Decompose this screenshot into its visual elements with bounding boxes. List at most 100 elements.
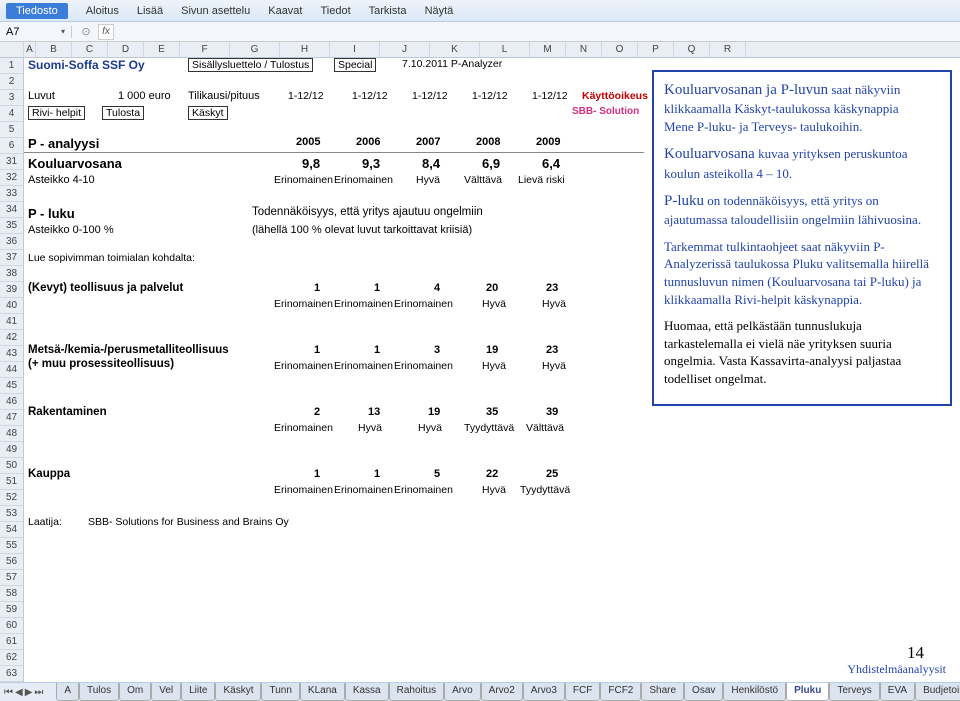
sheet-tab[interactable]: Tunn (261, 683, 299, 701)
menu-file[interactable]: Tiedosto (6, 3, 68, 19)
fx-button[interactable]: fx (98, 24, 114, 40)
col-header[interactable]: F (180, 42, 230, 57)
row-header[interactable]: 60 (0, 618, 23, 634)
col-header[interactable]: C (72, 42, 108, 57)
row-header[interactable]: 53 (0, 506, 23, 522)
menu-data[interactable]: Tiedot (320, 5, 350, 17)
col-header[interactable]: K (430, 42, 480, 57)
menu-formulas[interactable]: Kaavat (268, 5, 302, 17)
row-header[interactable]: 54 (0, 522, 23, 538)
next-icon[interactable]: ▶ (25, 687, 33, 698)
row-header[interactable]: 49 (0, 442, 23, 458)
button-tulosta[interactable]: Tulosta (102, 106, 144, 120)
col-header[interactable]: L (480, 42, 530, 57)
sheet-tab[interactable]: Terveys (829, 683, 879, 701)
row-header[interactable]: 36 (0, 234, 23, 250)
col-header[interactable]: R (710, 42, 746, 57)
row-header[interactable]: 41 (0, 314, 23, 330)
first-icon[interactable]: ⏮ (4, 687, 13, 698)
sheet-tab[interactable]: Arvo2 (481, 683, 523, 701)
s0v3: 20 (486, 282, 498, 294)
sheet-tab[interactable]: Henkilöstö (723, 683, 786, 701)
button-rivihelpit[interactable]: Rivi- helpit (28, 106, 85, 120)
row-header[interactable]: 33 (0, 186, 23, 202)
row-header[interactable]: 59 (0, 602, 23, 618)
row-header[interactable]: 58 (0, 586, 23, 602)
row-header[interactable]: 48 (0, 426, 23, 442)
menu-insert[interactable]: Lisää (137, 5, 163, 17)
sheet-tab[interactable]: Share (641, 683, 684, 701)
sheet-tab[interactable]: Pluku (786, 683, 829, 701)
row-header[interactable]: 51 (0, 474, 23, 490)
sheet-tab[interactable]: Arvo3 (523, 683, 565, 701)
row-header[interactable]: 63 (0, 666, 23, 682)
col-header[interactable]: J (380, 42, 430, 57)
row-header[interactable]: 55 (0, 538, 23, 554)
menu-home[interactable]: Aloitus (86, 5, 119, 17)
row-header[interactable]: 42 (0, 330, 23, 346)
row-header[interactable]: 31 (0, 154, 23, 170)
row-header[interactable]: 45 (0, 378, 23, 394)
col-header[interactable]: P (638, 42, 674, 57)
sheet-tab[interactable]: Budjetointi (915, 683, 960, 701)
sheet-tab[interactable]: A (56, 683, 79, 701)
col-header[interactable]: O (602, 42, 638, 57)
row-header[interactable]: 57 (0, 570, 23, 586)
sheet-tab[interactable]: Kassa (345, 683, 389, 701)
row-header[interactable]: 56 (0, 554, 23, 570)
row-header[interactable]: 1 (0, 58, 23, 74)
col-header[interactable]: H (280, 42, 330, 57)
row-header[interactable]: 35 (0, 218, 23, 234)
row-header[interactable]: 44 (0, 362, 23, 378)
sheet-nav[interactable]: ⏮ ◀ ▶ ⏭ (0, 687, 56, 698)
row-header[interactable]: 52 (0, 490, 23, 506)
button-kaskyt[interactable]: Käskyt (188, 106, 228, 120)
row-header[interactable]: 38 (0, 266, 23, 282)
button-special[interactable]: Special (334, 58, 376, 72)
sheet-tab[interactable]: FCF2 (600, 683, 641, 701)
sheet-tab[interactable]: Tulos (79, 683, 119, 701)
col-header[interactable]: I (330, 42, 380, 57)
button-sisallys[interactable]: Sisällysluettelo / Tulostus (188, 58, 313, 72)
row-header[interactable]: 61 (0, 634, 23, 650)
col-header[interactable]: A (24, 42, 36, 57)
row-header[interactable]: 62 (0, 650, 23, 666)
row-header[interactable]: 40 (0, 298, 23, 314)
row-header[interactable]: 46 (0, 394, 23, 410)
row-header[interactable]: 5 (0, 122, 23, 138)
row-header[interactable]: 3 (0, 90, 23, 106)
sheet-tab[interactable]: EVA (880, 683, 915, 701)
sheet-tab[interactable]: Osav (684, 683, 723, 701)
menu-view[interactable]: Näytä (425, 5, 454, 17)
name-box[interactable]: A7 ▾ (0, 26, 72, 38)
row-header[interactable]: 4 (0, 106, 23, 122)
sheet-tab[interactable]: Vel (151, 683, 181, 701)
row-header[interactable]: 2 (0, 74, 23, 90)
sheet-tab[interactable]: Käskyt (215, 683, 261, 701)
col-header[interactable]: N (566, 42, 602, 57)
last-icon[interactable]: ⏭ (34, 687, 43, 698)
sheet-tab[interactable]: FCF (565, 683, 600, 701)
menu-review[interactable]: Tarkista (369, 5, 407, 17)
sheet-tab[interactable]: Liite (181, 683, 215, 701)
row-header[interactable]: 50 (0, 458, 23, 474)
sheet-tab[interactable]: Arvo (444, 683, 481, 701)
row-header[interactable]: 43 (0, 346, 23, 362)
row-header[interactable]: 34 (0, 202, 23, 218)
col-header[interactable]: G (230, 42, 280, 57)
sheet-tab[interactable]: Rahoitus (389, 683, 444, 701)
prev-icon[interactable]: ◀ (15, 687, 23, 698)
sheet-tab[interactable]: Om (119, 683, 151, 701)
col-header[interactable]: M (530, 42, 566, 57)
row-header[interactable]: 39 (0, 282, 23, 298)
row-header[interactable]: 47 (0, 410, 23, 426)
col-header[interactable]: B (36, 42, 72, 57)
menu-layout[interactable]: Sivun asettelu (181, 5, 250, 17)
col-header[interactable]: Q (674, 42, 710, 57)
row-header[interactable]: 37 (0, 250, 23, 266)
row-header[interactable]: 6 (0, 138, 23, 154)
row-header[interactable]: 32 (0, 170, 23, 186)
col-header[interactable]: D (108, 42, 144, 57)
sheet-tab[interactable]: KLana (300, 683, 345, 701)
col-header[interactable]: E (144, 42, 180, 57)
